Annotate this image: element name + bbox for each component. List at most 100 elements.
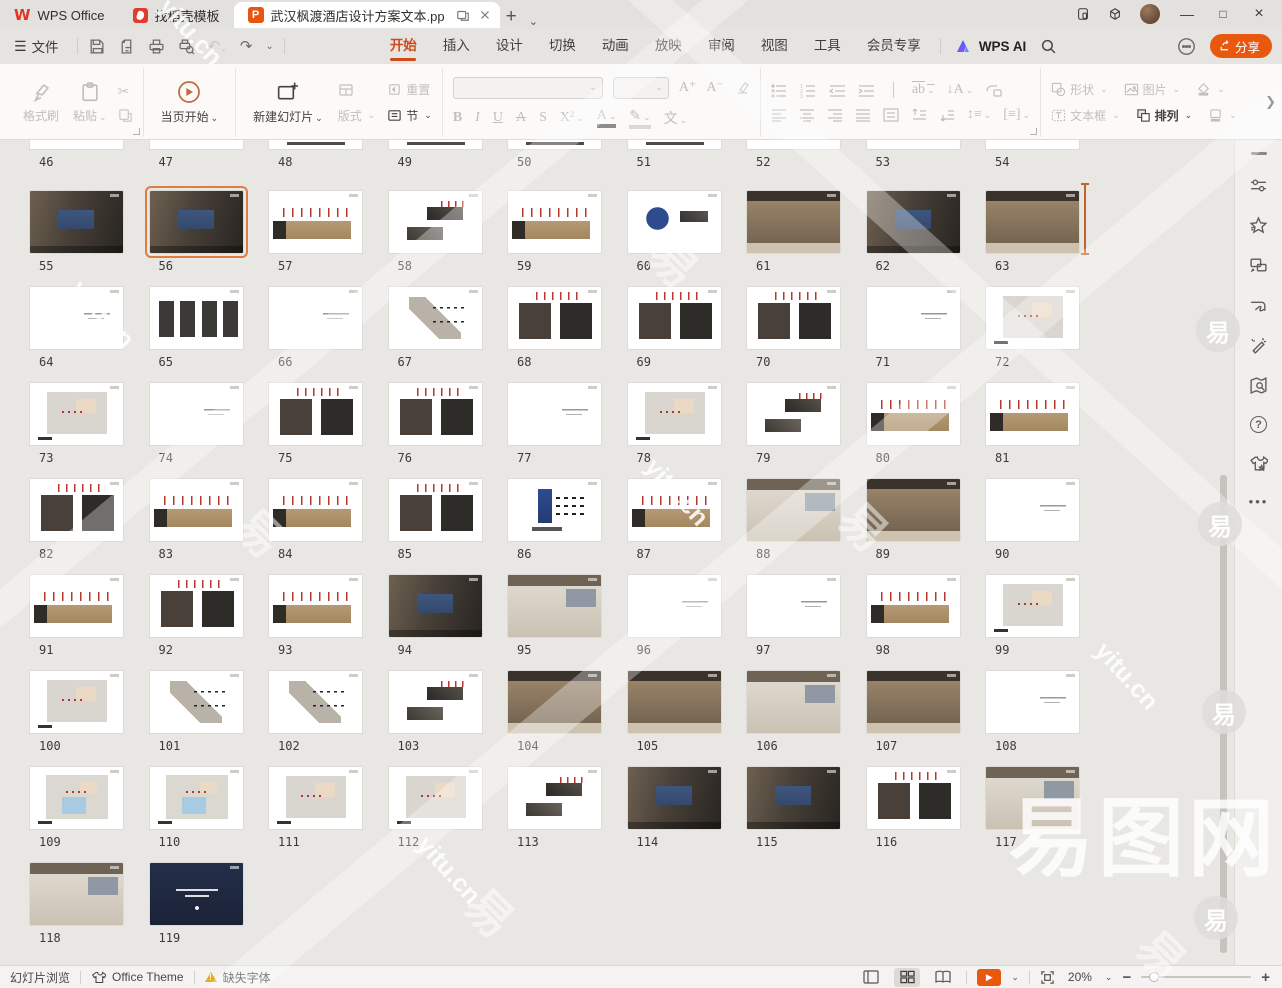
slide-thumbnail-47[interactable] [149,140,244,150]
slide-thumbnail-102[interactable] [268,670,363,734]
underline-icon[interactable]: U [493,110,503,126]
normal-view-button[interactable] [858,968,884,987]
slide-thumbnail-74[interactable] [149,382,244,446]
menu-tab-放映[interactable]: 放映 [642,28,695,64]
sign-draw-icon[interactable] [1249,296,1268,315]
slide-sorter-canvas[interactable]: 4647484950515253545556575859606162636465… [0,140,1282,965]
slide-thumbnail-88[interactable] [746,478,841,542]
slide-thumbnail-46[interactable] [29,140,124,150]
slide-thumbnail-60[interactable] [627,190,722,254]
missing-fonts-warning[interactable]: 缺失字体 [195,969,281,986]
slide-thumbnail-94[interactable] [388,574,483,638]
numbered-list-icon[interactable]: 123 [800,83,817,98]
file-menu[interactable]: ☰ 文件 [0,36,71,56]
align-right-icon[interactable] [827,108,843,122]
side-by-side-icon[interactable] [456,8,470,22]
slide-thumbnail-69[interactable] [627,286,722,350]
new-slide-button[interactable]: 新建幻灯片⌄ [246,78,330,127]
slide-thumbnail-110[interactable] [149,766,244,830]
slide-thumbnail-77[interactable] [507,382,602,446]
slide-thumbnail-98[interactable] [866,574,961,638]
picture-button[interactable]: 图片⌄ [1124,81,1181,98]
device-sync-icon[interactable] [1076,7,1090,21]
italic-icon[interactable]: I [475,110,480,126]
redo-icon[interactable]: ↷ [240,37,253,55]
paragraph-dialog-launcher[interactable] [1030,128,1037,135]
slide-thumbnail-68[interactable] [507,286,602,350]
menu-tab-会员专享[interactable]: 会员专享 [854,28,934,64]
slide-thumbnail-103[interactable] [388,670,483,734]
slide-thumbnail-55[interactable] [29,190,124,254]
decrease-indent-icon[interactable] [829,83,846,98]
slide-thumbnail-66[interactable] [268,286,363,350]
tab-docer-templates[interactable]: 找稻壳模板 [119,2,234,28]
slide-thumbnail-99[interactable] [985,574,1080,638]
char-spacing-icon[interactable]: ab⌄ [912,82,935,98]
slide-thumbnail-71[interactable] [866,286,961,350]
slide-thumbnail-75[interactable] [268,382,363,446]
menu-tab-插入[interactable]: 插入 [430,28,483,64]
font-size-select[interactable]: ⌄ [613,77,669,99]
arrange-button[interactable]: 排列⌄ [1136,107,1193,124]
slide-thumbnail-101[interactable] [149,670,244,734]
slide-thumbnail-108[interactable] [985,670,1080,734]
scrollbar-thumb[interactable] [1220,475,1227,953]
slide-thumbnail-115[interactable] [746,766,841,830]
slide-thumbnail-113[interactable] [507,766,602,830]
switch-shapes-icon[interactable] [1249,256,1268,275]
text-direction-icon[interactable]: ↓A⌄ [947,82,974,98]
menu-tab-审阅[interactable]: 审阅 [695,28,748,64]
qat-dropdown-icon[interactable]: ⌄ [265,41,273,52]
tab-list-dropdown[interactable]: ⌄ [523,15,544,28]
slide-thumbnail-59[interactable] [507,190,602,254]
slide-thumbnail-67[interactable] [388,286,483,350]
increase-font-icon[interactable]: A⁺ [679,79,697,96]
slide-thumbnail-95[interactable] [507,574,602,638]
bullet-list-icon[interactable] [771,83,788,98]
increase-indent-icon[interactable] [858,83,875,98]
format-painter-button[interactable]: 格式刷 [16,79,66,126]
slide-thumbnail-100[interactable] [29,670,124,734]
decrease-font-icon[interactable]: A⁻ [706,79,724,96]
slide-thumbnail-116[interactable] [866,766,961,830]
properties-sliders-icon[interactable] [1249,176,1268,195]
slide-thumbnail-107[interactable] [866,670,961,734]
search-icon[interactable] [1040,38,1057,55]
slide-thumbnail-83[interactable] [149,478,244,542]
beautify-wand-icon[interactable] [1249,336,1268,355]
close-window-button[interactable]: × [1250,5,1268,23]
slide-thumbnail-48[interactable] [268,140,363,150]
vertical-align-icon[interactable]: [≡]⌄ [1003,107,1030,123]
slide-thumbnail-114[interactable] [627,766,722,830]
slide-thumbnail-76[interactable] [388,382,483,446]
outline-color-button[interactable]: ⌄ [1208,108,1237,123]
slide-thumbnail-72[interactable] [985,286,1080,350]
font-color-icon[interactable]: A⌄ [597,108,617,128]
slide-thumbnail-92[interactable] [149,574,244,638]
print-preview-icon[interactable] [178,38,195,55]
slide-thumbnail-117[interactable] [985,766,1080,830]
move-down-paragraph-icon[interactable] [939,108,955,122]
effects-star-icon[interactable] [1249,216,1268,235]
user-avatar[interactable] [1140,4,1160,24]
slide-thumbnail-65[interactable] [149,286,244,350]
paste-button[interactable]: ​粘贴⌄ [66,79,114,126]
slide-thumbnail-118[interactable] [29,862,124,926]
play-options-dropdown[interactable]: ⌄ [1011,972,1019,983]
slide-thumbnail-96[interactable] [627,574,722,638]
slide-thumbnail-81[interactable] [985,382,1080,446]
slide-thumbnail-63[interactable] [985,190,1080,254]
slide-thumbnail-111[interactable] [268,766,363,830]
slide-thumbnail-109[interactable] [29,766,124,830]
more-tools-icon[interactable]: ••• [1249,494,1269,509]
save-icon[interactable] [88,38,105,55]
phonetic-guide-icon[interactable]: 文⌄ [664,108,688,128]
superscript-icon[interactable]: X²⌄ [560,110,584,126]
slide-thumbnail-87[interactable] [627,478,722,542]
line-spacing-icon[interactable]: ↕≡⌄ [967,107,991,123]
slide-thumbnail-54[interactable] [985,140,1080,150]
minimize-button[interactable]: — [1178,6,1196,22]
strikethrough-icon[interactable]: S [539,110,547,126]
menu-tab-设计[interactable]: 设计 [483,28,536,64]
vertical-scrollbar[interactable] [1220,140,1228,965]
